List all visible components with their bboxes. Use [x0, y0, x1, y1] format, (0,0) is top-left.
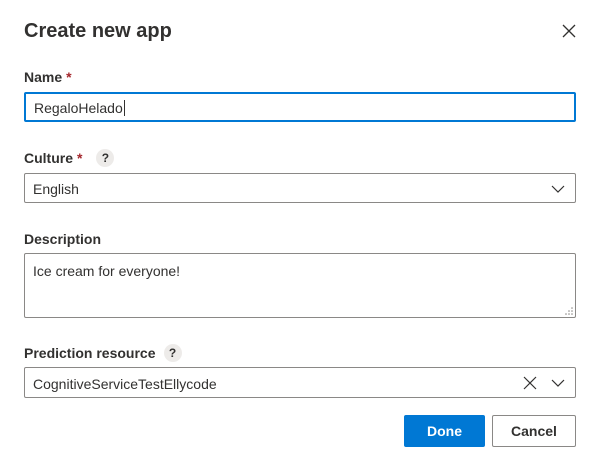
prediction-label: Prediction resource [24, 345, 156, 361]
clear-icon[interactable] [523, 376, 537, 390]
name-label-row: Name * [24, 68, 72, 86]
culture-help-icon[interactable]: ? [96, 149, 115, 167]
chevron-down-icon [551, 379, 565, 387]
dialog-title: Create new app [24, 20, 172, 42]
culture-label: Culture [24, 150, 73, 166]
prediction-value: CognitiveServiceTestEllycode [33, 376, 217, 392]
name-label: Name [24, 69, 63, 85]
create-app-dialog: Create new app Name * RegaloHelado Cultu… [0, 0, 597, 469]
culture-value: English [33, 181, 79, 197]
prediction-help-icon[interactable]: ? [163, 344, 182, 362]
close-icon [562, 24, 576, 38]
resize-grip-icon[interactable] [564, 306, 573, 315]
required-marker: * [66, 69, 72, 85]
culture-dropdown[interactable]: English [24, 173, 576, 203]
prediction-resource-dropdown[interactable]: CognitiveServiceTestEllycode [24, 367, 576, 398]
culture-label-row: Culture * ? [24, 149, 115, 167]
name-input-value: RegaloHelado [34, 100, 125, 116]
description-label-row: Description [24, 230, 101, 248]
description-value: Ice cream for everyone! [33, 263, 181, 279]
done-button[interactable]: Done [404, 415, 485, 447]
required-marker: * [77, 150, 83, 166]
text-caret [123, 100, 125, 116]
description-textarea[interactable]: Ice cream for everyone! [24, 253, 576, 318]
cancel-button[interactable]: Cancel [492, 415, 576, 447]
chevron-down-icon [551, 185, 565, 193]
description-label: Description [24, 231, 102, 247]
prediction-label-row: Prediction resource ? [24, 344, 182, 362]
close-button[interactable] [556, 18, 582, 44]
name-input[interactable]: RegaloHelado [24, 92, 576, 122]
